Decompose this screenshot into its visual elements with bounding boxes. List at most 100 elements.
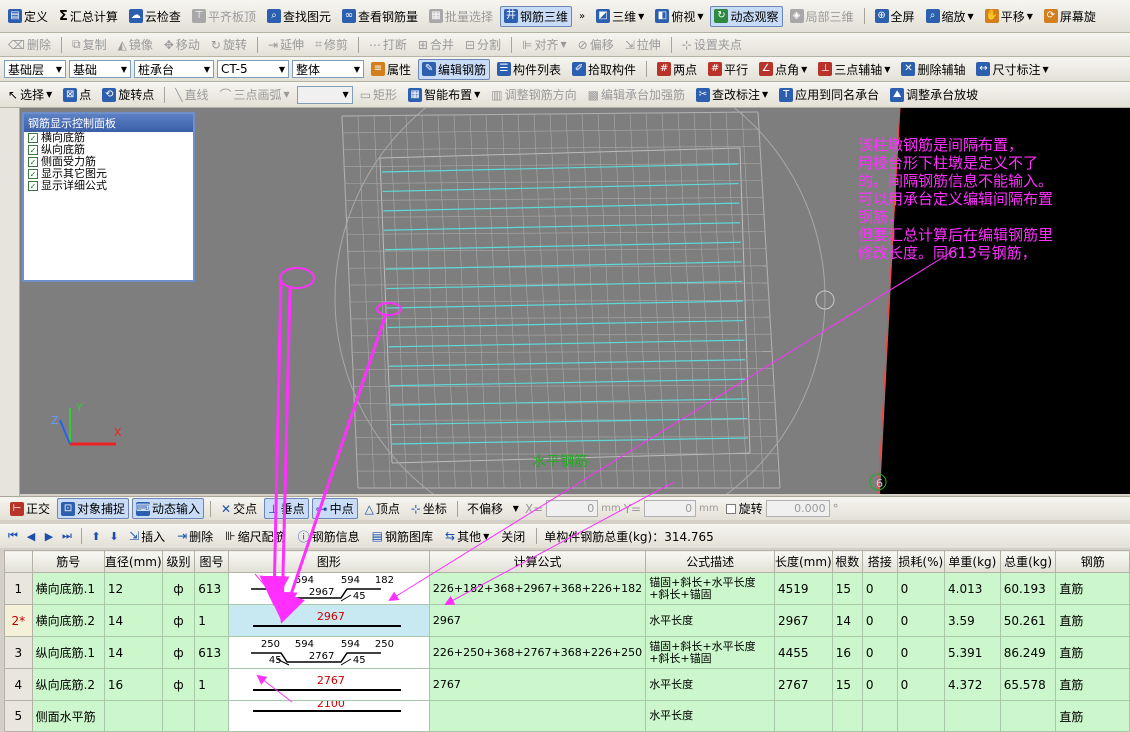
cell-shape[interactable]: 2967: [228, 605, 429, 637]
toolbar1-btn-10[interactable]: ↻动态观察: [710, 6, 782, 27]
cell-type[interactable]: 直筋: [1056, 669, 1130, 701]
cell-loss[interactable]: 0: [897, 605, 944, 637]
toolbar-overflow-icon[interactable]: »: [579, 11, 585, 22]
column-header[interactable]: 损耗(%): [897, 551, 944, 573]
cell-unit_w[interactable]: 4.372: [945, 669, 1001, 701]
cell-total_w[interactable]: 65.578: [1000, 669, 1056, 701]
cell-len[interactable]: 2767: [774, 669, 832, 701]
last-record-icon[interactable]: ⏭: [60, 529, 74, 543]
adjust-cap-slope-button[interactable]: ⛰调整承台放坡: [886, 84, 982, 105]
cell-name[interactable]: 纵向底筋.1: [32, 637, 104, 669]
check-annotation-button[interactable]: ✂查改标注▼: [692, 84, 772, 105]
scale-rebar-button[interactable]: ⊪缩尺配筋: [221, 526, 289, 547]
cell-formula[interactable]: 2767: [429, 669, 645, 701]
cell-loss[interactable]: [897, 701, 944, 732]
type-select[interactable]: 桩承台▼: [134, 60, 214, 78]
cell-loss[interactable]: 0: [897, 573, 944, 605]
cell-type[interactable]: 直筋: [1056, 701, 1130, 732]
cell-rn[interactable]: 5: [5, 701, 33, 732]
draw-mode-select[interactable]: ▼: [297, 86, 353, 104]
cell-total_w[interactable]: [1000, 701, 1056, 732]
cell-rn[interactable]: 4: [5, 669, 33, 701]
column-header[interactable]: 公式描述: [646, 551, 775, 573]
cell-formula[interactable]: 226+182+368+2967+368+226+182: [429, 573, 645, 605]
cell-fig[interactable]: 1: [195, 605, 229, 637]
delete-row-button[interactable]: ⇥删除: [173, 526, 217, 547]
cell-lap[interactable]: 0: [862, 669, 897, 701]
offset-select[interactable]: 不偏移▼: [464, 500, 522, 518]
cell-unit_w[interactable]: 5.391: [945, 637, 1001, 669]
cell-lap[interactable]: 0: [862, 637, 897, 669]
prev-record-icon[interactable]: ◀: [24, 530, 38, 543]
ortho-button[interactable]: ⊢正交: [6, 498, 54, 519]
cell-count[interactable]: 15: [832, 669, 862, 701]
column-header[interactable]: [5, 551, 33, 573]
rebar-info-button[interactable]: ⓘ钢筋信息: [294, 526, 364, 547]
toolbar1-btn-8[interactable]: ◩三维▼: [592, 6, 648, 27]
table-row[interactable]: 4纵向底筋.216ф127672767水平长度276715004.37265.5…: [5, 669, 1130, 701]
column-header[interactable]: 长度(mm): [774, 551, 832, 573]
cell-rn[interactable]: 3: [5, 637, 33, 669]
edit-trim-button[interactable]: ⌗修剪: [311, 34, 352, 55]
delete-axis-button[interactable]: ✕删除辅轴: [897, 59, 969, 80]
rotate-point-button[interactable]: ⟲旋转点: [98, 84, 158, 105]
properties-button[interactable]: ≡属性: [367, 59, 415, 80]
move-up-icon[interactable]: ⬆: [89, 530, 103, 543]
parallel-button[interactable]: #平行: [704, 59, 752, 80]
cell-fig[interactable]: 1: [195, 669, 229, 701]
close-grid-button[interactable]: 关闭: [497, 526, 529, 547]
cell-rn[interactable]: 2*: [5, 605, 33, 637]
checkbox-checked-icon[interactable]: ✓: [28, 145, 38, 155]
cell-fig[interactable]: 613: [195, 637, 229, 669]
cell-desc[interactable]: 锚固+斜长+水平长度+斜长+锚固: [646, 573, 775, 605]
edit-rotate-button[interactable]: ↻旋转: [207, 34, 251, 55]
edit-grip-button[interactable]: ⊹设置夹点: [678, 34, 746, 55]
toolbar1-btn-9[interactable]: ◧俯视▼: [651, 6, 707, 27]
edit-split-button[interactable]: ⊟分割: [461, 34, 505, 55]
cell-fig[interactable]: [195, 701, 229, 732]
cell-desc[interactable]: 水平长度: [646, 701, 775, 732]
cell-shape[interactable]: 2767: [228, 669, 429, 701]
component-list-button[interactable]: ☰构件列表: [493, 59, 565, 80]
table-row[interactable]: 1横向底筋.112ф61318259459418245296745226+182…: [5, 573, 1130, 605]
edit-offset-button[interactable]: ⊘偏移: [574, 34, 618, 55]
rotate-checkbox[interactable]: [726, 504, 736, 514]
other-button[interactable]: ⇆其他▼: [441, 526, 493, 547]
cell-grade[interactable]: ф: [162, 573, 194, 605]
column-header[interactable]: 直径(mm): [104, 551, 162, 573]
cell-unit_w[interactable]: 3.59: [945, 605, 1001, 637]
y-input[interactable]: 0: [644, 500, 696, 517]
insert-row-button[interactable]: ⇲插入: [125, 526, 169, 547]
cell-total_w[interactable]: 60.193: [1000, 573, 1056, 605]
category-select[interactable]: 基础▼: [69, 60, 131, 78]
cell-total_w[interactable]: 50.261: [1000, 605, 1056, 637]
toolbar1-btn-5[interactable]: ∞查看钢筋量: [338, 6, 422, 27]
cell-type[interactable]: 直筋: [1056, 605, 1130, 637]
cell-lap[interactable]: [862, 701, 897, 732]
cell-shape[interactable]: 18259459418245296745: [228, 573, 429, 605]
cell-loss[interactable]: 0: [897, 637, 944, 669]
adjust-rebar-direction-button[interactable]: ▥调整钢筋方向: [487, 84, 580, 105]
table-row[interactable]: 3纵向底筋.114ф61325059459425045276745226+250…: [5, 637, 1130, 669]
cell-dia[interactable]: 14: [104, 637, 162, 669]
cell-type[interactable]: 直筋: [1056, 637, 1130, 669]
column-header[interactable]: 根数: [832, 551, 862, 573]
toolbar1-btn-15[interactable]: ⟳屏幕旋: [1040, 6, 1100, 27]
cell-desc[interactable]: 水平长度: [646, 669, 775, 701]
checkbox-checked-icon[interactable]: ✓: [28, 133, 38, 143]
edit-merge-button[interactable]: ⊞合并: [414, 34, 458, 55]
move-down-icon[interactable]: ⬇: [107, 530, 121, 543]
cell-lap[interactable]: 0: [862, 605, 897, 637]
column-header[interactable]: 单重(kg): [945, 551, 1001, 573]
cell-len[interactable]: 2967: [774, 605, 832, 637]
cell-unit_w[interactable]: 4.013: [945, 573, 1001, 605]
point-angle-button[interactable]: ∠点角▼: [755, 59, 811, 80]
cell-dia[interactable]: [104, 701, 162, 732]
cell-dia[interactable]: 14: [104, 605, 162, 637]
column-header[interactable]: 筋号: [32, 551, 104, 573]
cell-grade[interactable]: ф: [162, 637, 194, 669]
cell-shape[interactable]: 2100: [228, 701, 429, 732]
dynamic-input-button[interactable]: ⌨动态输入: [132, 498, 204, 519]
checkbox-checked-icon[interactable]: ✓: [28, 157, 38, 167]
floor-select[interactable]: 基础层▼: [4, 60, 66, 78]
